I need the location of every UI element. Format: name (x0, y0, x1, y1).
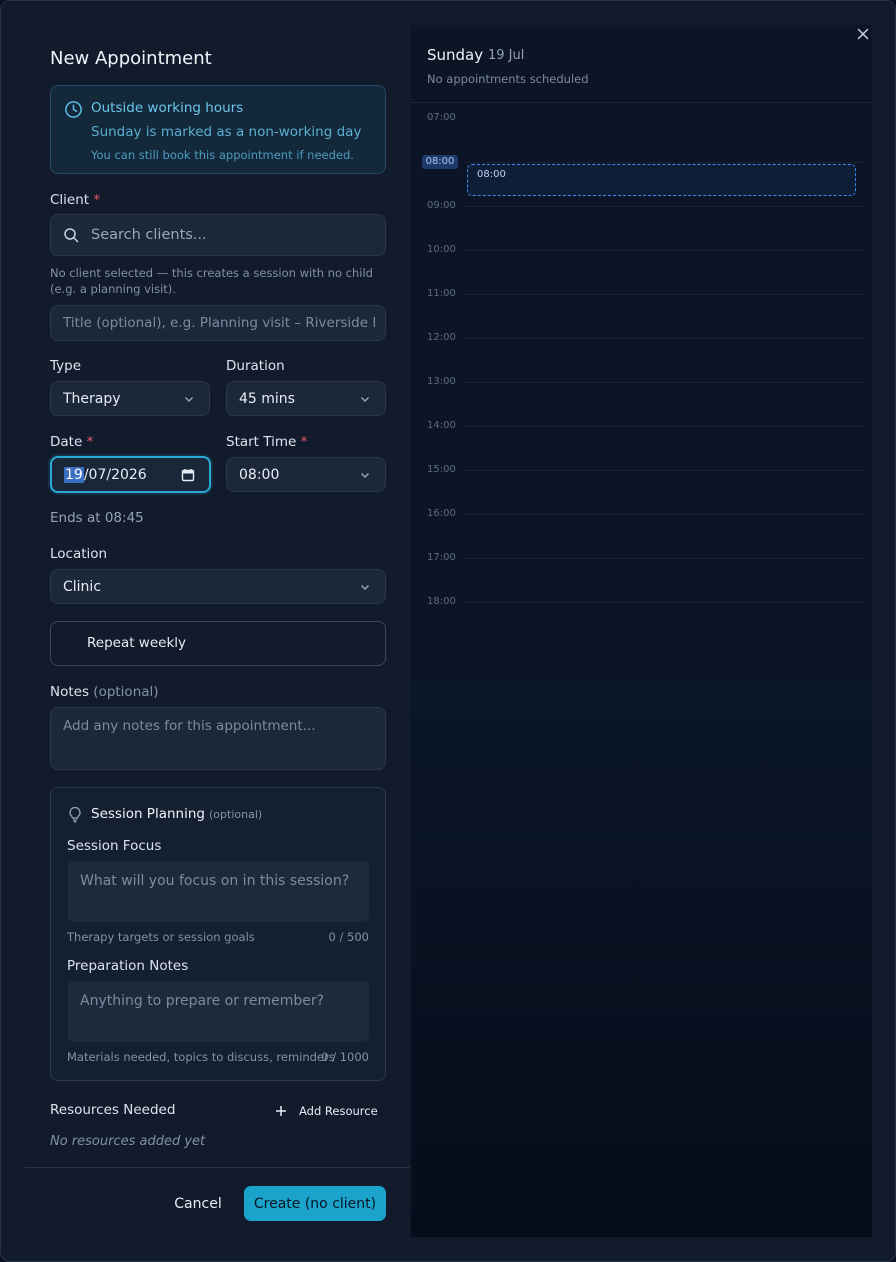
hour-line (464, 558, 863, 559)
type-value: Therapy (63, 390, 121, 407)
date-value: 19/07/2026 (64, 466, 147, 483)
chevron-down-icon (185, 396, 193, 402)
hour-label: 14:00 (427, 420, 456, 431)
session-focus-helper: Therapy targets or session goals (67, 930, 255, 944)
calendar-icon[interactable] (181, 468, 195, 482)
preparation-notes-textarea[interactable]: Anything to prepare or remember? (68, 981, 369, 1042)
start-time-label: Start Time * (226, 434, 308, 450)
hour-line (464, 206, 863, 207)
required-mark: * (86, 434, 94, 450)
hour-line (464, 250, 863, 251)
hour-line (464, 162, 863, 163)
client-search-input[interactable]: Search clients... (50, 214, 386, 256)
hour-line (464, 602, 863, 603)
hour-label: 17:00 (427, 552, 456, 563)
location-label: Location (50, 546, 108, 562)
calendar-day: Sunday (427, 46, 484, 64)
session-focus-count: 0 / 500 (328, 930, 369, 944)
calendar-subtitle: No appointments scheduled (427, 72, 589, 86)
location-value: Clinic (63, 578, 102, 595)
duration-label: Duration (226, 358, 285, 374)
type-select[interactable]: Therapy (50, 381, 210, 416)
clock-icon (65, 101, 82, 118)
appointment-dialog: New Appointment Outside working hours Su… (0, 0, 896, 1262)
chevron-down-icon (361, 396, 369, 402)
planning-optional: (optional) (209, 808, 263, 821)
footer-divider (25, 1167, 410, 1168)
type-label: Type (50, 358, 82, 374)
duration-value: 45 mins (239, 390, 295, 407)
session-focus-placeholder: What will you focus on in this session? (80, 873, 350, 889)
client-search-placeholder: Search clients... (91, 227, 207, 243)
hour-line (464, 382, 863, 383)
add-resource-label: Add Resource (299, 1104, 378, 1118)
planning-title: Session Planning (91, 806, 205, 822)
client-label: Client * (50, 192, 101, 208)
hour-label: 12:00 (427, 332, 456, 343)
location-select[interactable]: Clinic (50, 569, 386, 604)
start-time-value: 08:00 (239, 466, 280, 483)
chevron-down-icon (361, 472, 369, 478)
ends-at-text: Ends at 08:45 (50, 510, 144, 526)
hour-label: 13:00 (427, 376, 456, 387)
repeat-weekly-toggle[interactable]: Repeat weekly (50, 621, 386, 666)
required-mark: * (93, 192, 101, 208)
notes-placeholder: Add any notes for this appointment... (63, 718, 316, 734)
duration-select[interactable]: 45 mins (226, 381, 386, 416)
calendar-empty-area (411, 680, 872, 1237)
alert-title: Outside working hours (91, 100, 244, 116)
lightbulb-icon (69, 806, 81, 823)
hour-label: 16:00 (427, 508, 456, 519)
calendar-date: 19 Jul (488, 48, 525, 63)
resources-empty-text: No resources added yet (50, 1134, 206, 1149)
alert-note: You can still book this appointment if n… (91, 148, 354, 162)
hour-label: 15:00 (427, 464, 456, 475)
client-helper: No client selected — this creates a sess… (50, 266, 373, 296)
title-placeholder: Title (optional), e.g. Planning visit – … (63, 315, 375, 331)
repeat-weekly-label: Repeat weekly (87, 635, 187, 651)
hour-line (464, 338, 863, 339)
hour-line (464, 470, 863, 471)
outside-hours-alert: Outside working hours Sunday is marked a… (50, 85, 386, 174)
hour-label: 18:00 (427, 596, 456, 607)
hour-label-active: 08:00 (422, 155, 458, 169)
date-label: Date * (50, 434, 94, 450)
hour-line (464, 514, 863, 515)
selected-time-slot[interactable]: 08:00 (467, 164, 856, 196)
plus-icon (276, 1106, 286, 1116)
session-focus-label: Session Focus (67, 838, 162, 854)
notes-textarea[interactable]: Add any notes for this appointment... (50, 707, 386, 770)
date-day-segment[interactable]: 19 (64, 466, 84, 483)
session-focus-textarea[interactable]: What will you focus on in this session? (68, 861, 369, 922)
search-icon (64, 228, 79, 243)
date-input[interactable]: 19/07/2026 (50, 456, 211, 493)
resources-label: Resources Needed (50, 1102, 176, 1118)
preparation-notes-count: 0 / 1000 (321, 1050, 369, 1064)
alert-subtitle: Sunday is marked as a non-working day (91, 124, 362, 140)
day-calendar: Sunday 19 Jul No appointments scheduled … (411, 25, 872, 1237)
hour-label: 11:00 (427, 288, 456, 299)
hour-line (464, 294, 863, 295)
preparation-notes-helper: Materials needed, topics to discuss, rem… (67, 1050, 335, 1064)
slot-time-label: 08:00 (477, 169, 506, 180)
preparation-notes-placeholder: Anything to prepare or remember? (80, 993, 325, 1009)
hour-label: 10:00 (427, 244, 456, 255)
close-icon[interactable] (856, 27, 870, 41)
hour-line (464, 426, 863, 427)
hour-label: 09:00 (427, 200, 456, 211)
notes-label: Notes (optional) (50, 684, 159, 700)
dialog-title: New Appointment (50, 48, 212, 69)
hour-label: 07:00 (427, 112, 456, 123)
start-time-select[interactable]: 08:00 (226, 457, 386, 492)
calendar-header-divider (411, 102, 872, 103)
cancel-button[interactable]: Cancel (161, 1187, 235, 1221)
add-resource-button[interactable]: Add Resource (265, 1098, 386, 1124)
chevron-down-icon (361, 584, 369, 590)
session-planning-panel: Session Planning (optional) Session Focu… (50, 787, 386, 1081)
title-input[interactable]: Title (optional), e.g. Planning visit – … (50, 305, 386, 341)
create-button[interactable]: Create (no client) (244, 1186, 386, 1221)
preparation-notes-label: Preparation Notes (67, 958, 189, 974)
required-mark: * (300, 434, 308, 450)
